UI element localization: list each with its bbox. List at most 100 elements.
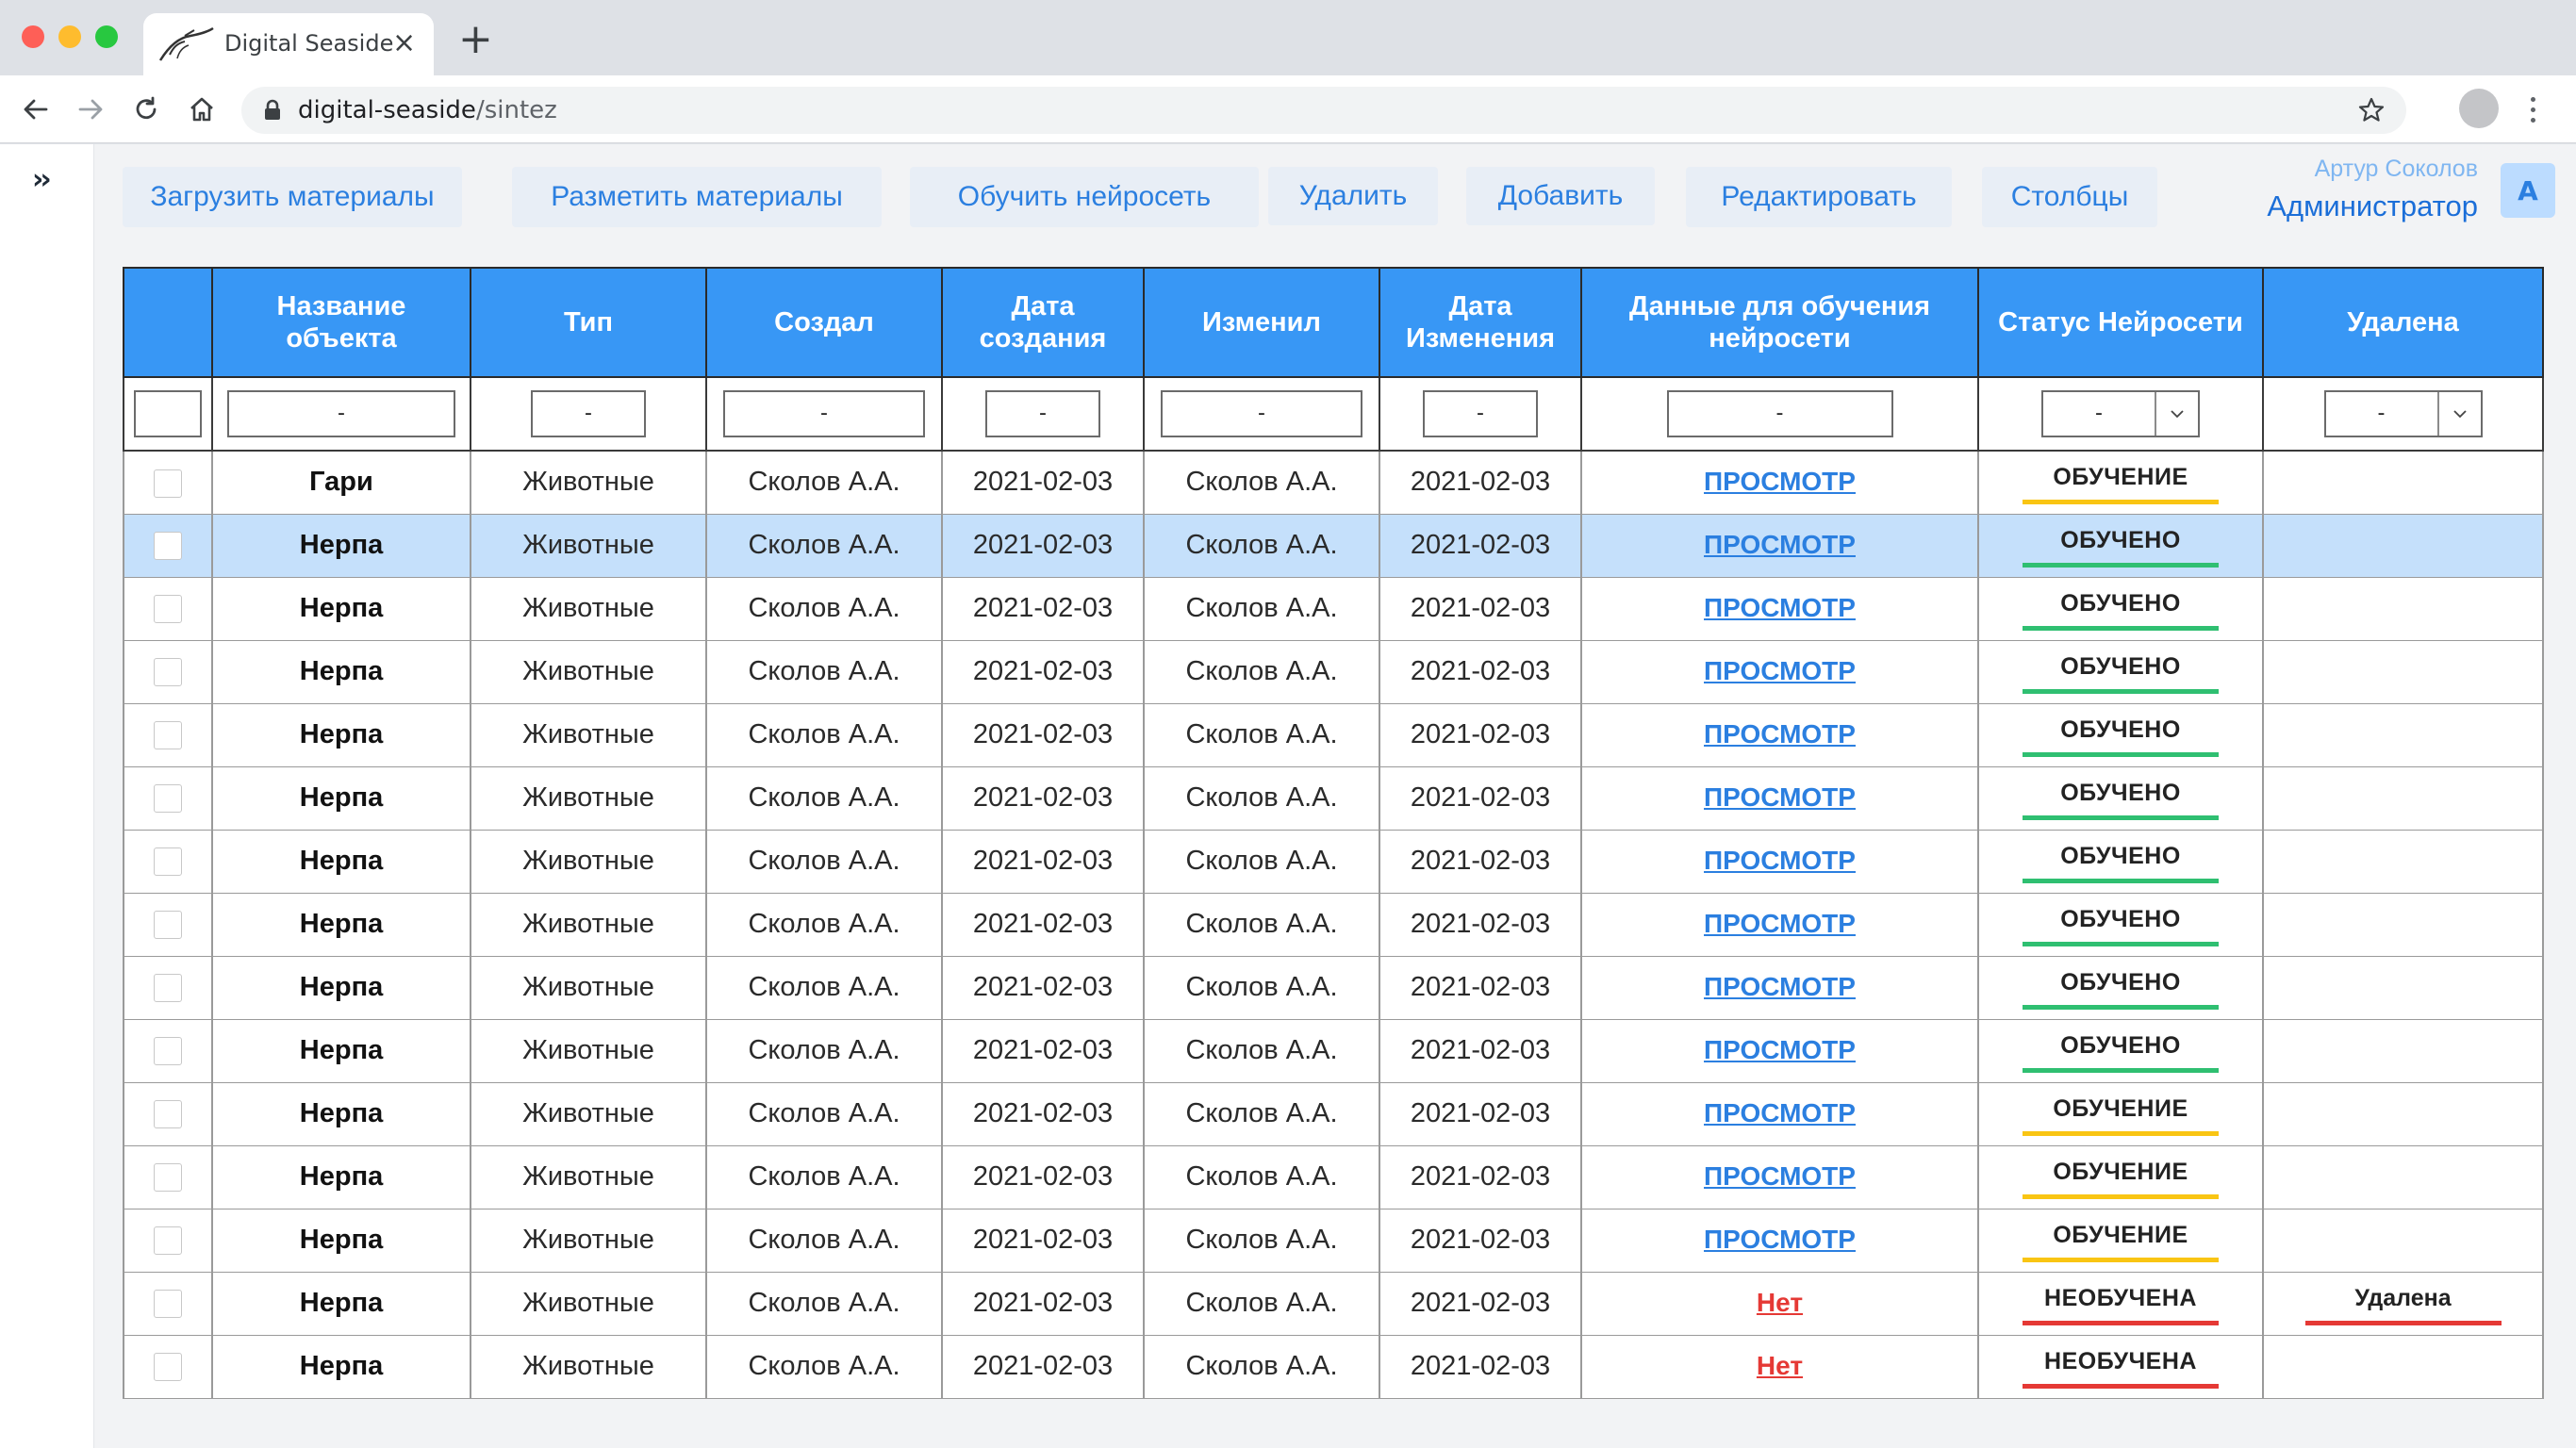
user-avatar[interactable]: A [2501, 163, 2555, 218]
row-select-cell [123, 639, 213, 704]
row-checkbox[interactable] [154, 911, 182, 940]
cell-name: Нерпа [211, 892, 471, 957]
deleted-filter-select[interactable]: - [2323, 390, 2483, 437]
status-filter-select[interactable]: - [2041, 390, 2200, 437]
table-row[interactable]: Нерпа Животные Сколов А.А. 2021-02-03 Сколов… [123, 1081, 2544, 1146]
columns-button[interactable]: Столбцы [1982, 167, 2157, 227]
type-filter-input[interactable]: - [531, 390, 646, 437]
row-checkbox[interactable] [154, 1037, 182, 1066]
training-data-link[interactable]: ПРОСМОТР [1704, 1098, 1856, 1127]
row-checkbox[interactable] [154, 1353, 182, 1382]
window-minimize-button[interactable] [58, 25, 81, 48]
modified-by-filter-input[interactable]: - [1161, 390, 1362, 437]
browser-tab[interactable]: Digital Seaside × [143, 13, 434, 75]
header-name[interactable]: Название объекта [211, 267, 471, 378]
row-checkbox[interactable] [154, 847, 182, 877]
training-data-link[interactable]: ПРОСМОТР [1704, 1225, 1856, 1254]
cell-created-by: Сколов А.А. [705, 765, 943, 831]
table-row[interactable]: Нерпа Животные Сколов А.А. 2021-02-03 Сколов… [123, 513, 2544, 578]
reload-button[interactable] [124, 87, 169, 132]
table-row[interactable]: Нерпа Животные Сколов А.А. 2021-02-03 Сколов… [123, 1144, 2544, 1209]
table-row[interactable]: Нерпа Животные Сколов А.А. 2021-02-03 Сколов… [123, 1018, 2544, 1083]
row-checkbox[interactable] [154, 1226, 182, 1256]
tab-close-icon[interactable]: × [392, 26, 416, 60]
cell-training-data: ПРОСМОТР [1580, 892, 1979, 957]
training-data-link[interactable]: ПРОСМОТР [1704, 593, 1856, 622]
cell-status: ОБУЧЕНО [1977, 829, 2264, 894]
table-row[interactable]: Нерпа Животные Сколов А.А. 2021-02-03 Сколов… [123, 1271, 2544, 1336]
training-data-link[interactable]: ПРОСМОТР [1704, 719, 1856, 749]
row-checkbox[interactable] [154, 1100, 182, 1129]
training-data-link[interactable]: ПРОСМОТР [1704, 467, 1856, 496]
table-row[interactable]: Нерпа Животные Сколов А.А. 2021-02-03 Сколов… [123, 892, 2544, 957]
training-data-link[interactable]: ПРОСМОТР [1704, 909, 1856, 938]
training-data-filter-input[interactable]: - [1666, 390, 1893, 437]
forward-button[interactable] [68, 87, 113, 132]
training-data-link[interactable]: ПРОСМОТР [1704, 656, 1856, 685]
table-row[interactable]: Нерпа Животные Сколов А.А. 2021-02-03 Сколов… [123, 1334, 2544, 1399]
chevron-down-icon[interactable] [2156, 392, 2198, 436]
row-checkbox[interactable] [154, 974, 182, 1003]
cell-modified-date: 2021-02-03 [1379, 513, 1582, 578]
row-checkbox[interactable] [154, 784, 182, 814]
training-data-link[interactable]: ПРОСМОТР [1704, 782, 1856, 812]
back-button[interactable] [13, 87, 58, 132]
upload-materials-button[interactable]: Загрузить материалы [123, 167, 462, 227]
home-button[interactable] [179, 87, 224, 132]
row-checkbox[interactable] [154, 721, 182, 750]
training-data-link[interactable]: ПРОСМОТР [1704, 972, 1856, 1001]
cell-type: Животные [470, 576, 707, 641]
header-modified-by[interactable]: Изменил [1143, 267, 1380, 378]
header-created-by[interactable]: Создал [705, 267, 943, 378]
modified-date-filter-input[interactable]: - [1423, 390, 1538, 437]
row-checkbox[interactable] [154, 1163, 182, 1193]
header-type[interactable]: Тип [470, 267, 707, 378]
table-row[interactable]: Нерпа Животные Сколов А.А. 2021-02-03 Сколов… [123, 955, 2544, 1020]
chevron-down-icon[interactable] [2439, 392, 2481, 436]
header-status[interactable]: Статус Нейросети [1977, 267, 2264, 378]
header-modified-date[interactable]: Дата Изменения [1379, 267, 1582, 378]
name-filter-input[interactable]: - [227, 390, 455, 437]
created-date-filter-input[interactable]: - [985, 390, 1100, 437]
star-icon[interactable] [2357, 96, 2386, 124]
new-tab-button[interactable]: + [458, 19, 493, 60]
row-checkbox[interactable] [154, 658, 182, 687]
edit-button[interactable]: Редактировать [1686, 167, 1952, 227]
cell-created-by: Сколов А.А. [705, 1208, 943, 1273]
add-button[interactable]: Добавить [1466, 167, 1655, 225]
table-row[interactable]: Нерпа Животные Сколов А.А. 2021-02-03 Сколов… [123, 702, 2544, 767]
training-data-link[interactable]: Нет [1757, 1351, 1803, 1380]
header-deleted[interactable]: Удалена [2262, 267, 2544, 378]
training-data-link[interactable]: ПРОСМОТР [1704, 530, 1856, 559]
table-row[interactable]: Нерпа Животные Сколов А.А. 2021-02-03 Сколов… [123, 639, 2544, 704]
select-filter-input[interactable] [134, 390, 202, 437]
training-data-link[interactable]: ПРОСМОТР [1704, 1161, 1856, 1191]
kebab-menu-icon[interactable] [2523, 89, 2542, 130]
header-created-date[interactable]: Дата создания [941, 267, 1145, 378]
cell-created-by: Сколов А.А. [705, 513, 943, 578]
header-training-data[interactable]: Данные для обучения нейросети [1580, 267, 1979, 378]
row-checkbox[interactable] [154, 595, 182, 624]
window-close-button[interactable] [22, 25, 44, 48]
markup-materials-button[interactable]: Разметить материалы [512, 167, 882, 227]
row-checkbox[interactable] [154, 532, 182, 561]
table-row[interactable]: Гари Животные Сколов А.А. 2021-02-03 Сколов … [123, 450, 2544, 515]
row-checkbox[interactable] [154, 1290, 182, 1319]
table-row[interactable]: Нерпа Животные Сколов А.А. 2021-02-03 Сколов… [123, 765, 2544, 831]
table-row[interactable]: Нерпа Животные Сколов А.А. 2021-02-03 Сколов… [123, 576, 2544, 641]
window-maximize-button[interactable] [95, 25, 118, 48]
table-row[interactable]: Нерпа Животные Сколов А.А. 2021-02-03 Сколов… [123, 829, 2544, 894]
training-data-link[interactable]: Нет [1757, 1288, 1803, 1317]
table-row[interactable]: Нерпа Животные Сколов А.А. 2021-02-03 Сколов… [123, 1208, 2544, 1273]
train-network-button[interactable]: Обучить нейросеть [910, 167, 1259, 227]
training-data-link[interactable]: ПРОСМОТР [1704, 1035, 1856, 1064]
address-bar[interactable]: digital-seaside/sintez [241, 87, 2406, 134]
created-by-filter-input[interactable]: - [723, 390, 925, 437]
profile-avatar[interactable] [2459, 89, 2499, 128]
row-checkbox[interactable] [154, 469, 182, 498]
training-data-link[interactable]: ПРОСМОТР [1704, 846, 1856, 875]
cell-name: Нерпа [211, 576, 471, 641]
delete-button[interactable]: Удалить [1268, 167, 1438, 225]
cell-modified-by: Сколов А.А. [1143, 765, 1380, 831]
sidebar-expand-icon[interactable]: ›› [32, 163, 52, 196]
